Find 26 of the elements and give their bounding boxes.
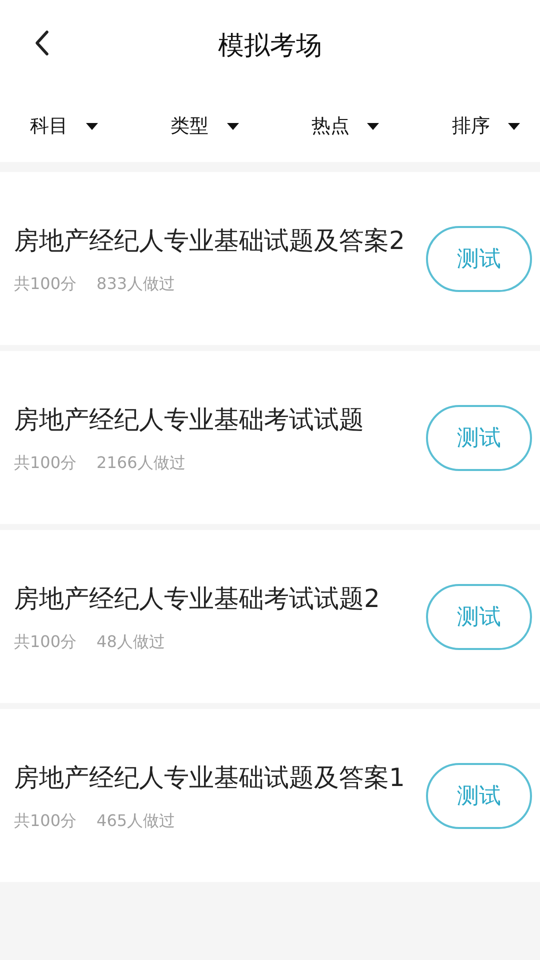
total-score: 共100分 (14, 453, 77, 474)
caret-icon (367, 122, 380, 130)
exam-title: 房地产经纪人专业基础考试试题2 (14, 583, 381, 615)
exam-card[interactable]: 房地产经纪人专业基础考试试题2 共100分 48人做过 测试 (0, 530, 540, 703)
taker-count: 833人做过 (96, 274, 176, 295)
total-score: 共100分 (14, 632, 77, 653)
filter-dropdown[interactable]: 科目 (30, 113, 98, 139)
back-icon[interactable] (34, 30, 50, 56)
taker-count: 465人做过 (96, 811, 176, 832)
exam-card[interactable]: 房地产经纪人专业基础考试试题 共100分 2166人做过 测试 (0, 351, 540, 524)
taker-count: 2166人做过 (96, 453, 186, 474)
caret-icon (508, 122, 520, 130)
exam-card[interactable]: 房地产经纪人专业基础试题及答案1 共100分 465人做过 测试 (0, 709, 540, 882)
exam-card[interactable]: 房地产经纪人专业基础试题及答案2 共100分 833人做过 测试 (0, 172, 540, 345)
total-score: 共100分 (14, 811, 77, 832)
taker-count: 48人做过 (96, 632, 165, 653)
filter-dropdown[interactable]: 类型 (170, 113, 239, 139)
filter-dropdown[interactable]: 排序 (452, 113, 520, 139)
caret-icon (86, 122, 98, 130)
exam-title: 房地产经纪人专业基础试题及答案1 (14, 762, 406, 794)
exam-title: 房地产经纪人专业基础试题及答案2 (14, 225, 406, 257)
filter-dropdown[interactable]: 热点 (311, 113, 380, 139)
exam-title: 房地产经纪人专业基础考试试题 (14, 404, 365, 436)
caret-icon (226, 122, 239, 130)
total-score: 共100分 (14, 274, 77, 295)
page-title: 模拟考场 (218, 30, 322, 62)
